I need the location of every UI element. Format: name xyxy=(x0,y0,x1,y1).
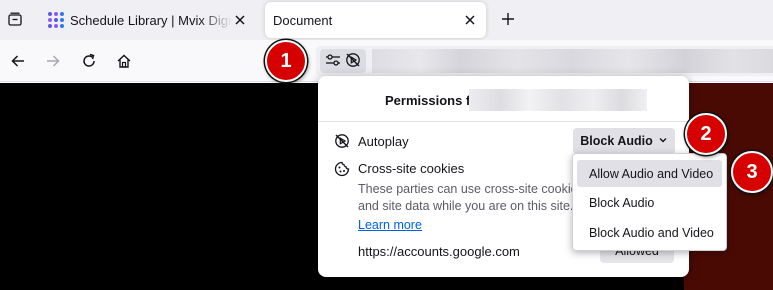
back-icon[interactable] xyxy=(7,50,29,72)
autoplay-blocked-icon xyxy=(345,52,361,71)
option-allow-audio-video[interactable]: Allow Audio and Video xyxy=(577,160,722,187)
callout-badge-2: 2 xyxy=(685,113,727,155)
autoplay-options-menu: Allow Audio and Video Block Audio Block … xyxy=(572,153,727,251)
tab-title: Document xyxy=(273,12,333,28)
panel-header: Permissions for xyxy=(318,76,689,122)
tab-strip: Schedule Library | Mvix Digital Signage … xyxy=(0,0,773,40)
tab-title: Schedule Library | Mvix Digital Signage xyxy=(70,12,232,28)
cookies-description: These parties can use cross-site cookies… xyxy=(358,182,584,213)
option-block-audio-video[interactable]: Block Audio and Video xyxy=(577,219,722,246)
chevron-down-icon xyxy=(658,134,668,148)
autoplay-blocked-icon xyxy=(334,133,350,149)
autoplay-select[interactable]: Block Audio xyxy=(573,128,675,154)
mvix-favicon-icon xyxy=(48,12,64,28)
option-block-audio[interactable]: Block Audio xyxy=(577,189,722,216)
cookie-icon xyxy=(334,161,350,177)
site-permissions-button[interactable] xyxy=(320,49,366,73)
permissions-sliders-icon xyxy=(325,52,341,71)
tab-schedule-library[interactable]: Schedule Library | Mvix Digital Signage xyxy=(40,2,256,38)
close-tab-icon[interactable] xyxy=(232,12,248,28)
address-bar[interactable] xyxy=(316,46,773,76)
home-icon[interactable] xyxy=(113,50,135,72)
url-text-redacted xyxy=(372,49,773,73)
host-redacted xyxy=(469,89,647,111)
tab-document[interactable]: Document xyxy=(265,2,486,38)
new-tab-icon[interactable] xyxy=(498,9,518,29)
callout-badge-1: 1 xyxy=(265,40,307,82)
autoplay-label: Autoplay xyxy=(358,134,409,149)
learn-more-link[interactable]: Learn more xyxy=(358,218,422,232)
forward-icon[interactable] xyxy=(42,50,64,72)
callout-badge-3: 3 xyxy=(731,151,773,193)
cookies-label: Cross-site cookies xyxy=(358,161,465,176)
autoplay-value: Block Audio xyxy=(580,134,653,148)
tab-list-icon[interactable] xyxy=(4,8,26,30)
cookie-site: https://accounts.google.com xyxy=(358,244,520,259)
close-tab-icon[interactable] xyxy=(462,12,478,28)
reload-icon[interactable] xyxy=(78,50,100,72)
